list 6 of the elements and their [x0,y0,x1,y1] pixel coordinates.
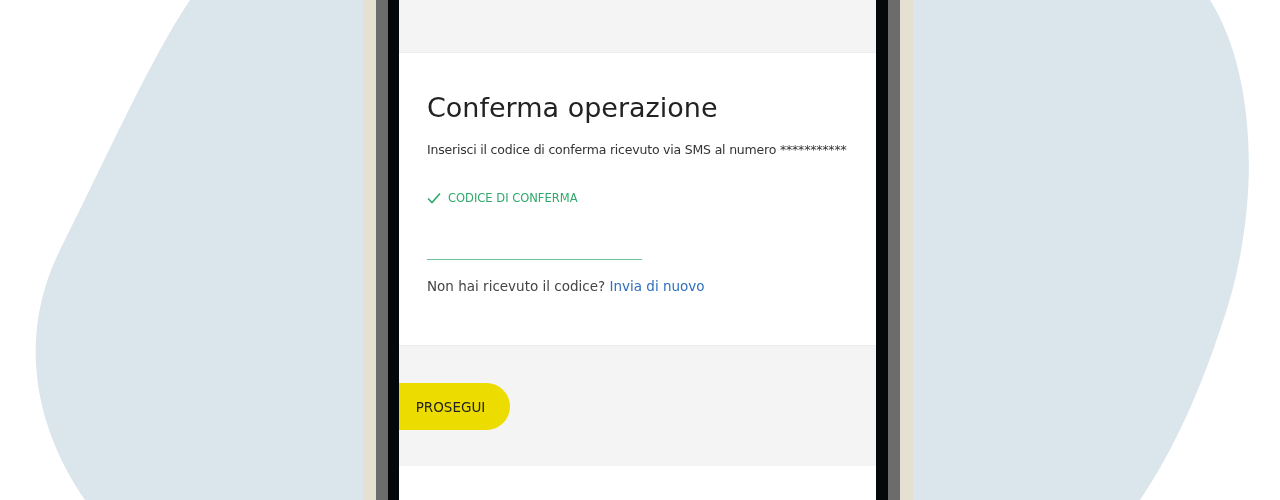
field-label: CODICE DI CONFERMA [448,191,578,205]
instruction-text: Inserisci il codice di conferma ricevuto via SMS al numero *********** [427,142,848,157]
resend-question: Non hai ricevuto il codice? [427,278,606,294]
page-title: Conferma operazione [427,91,719,125]
resend-link[interactable]: Invia di nuovo [609,278,705,294]
continue-button[interactable]: PROSEGUI [399,383,510,430]
